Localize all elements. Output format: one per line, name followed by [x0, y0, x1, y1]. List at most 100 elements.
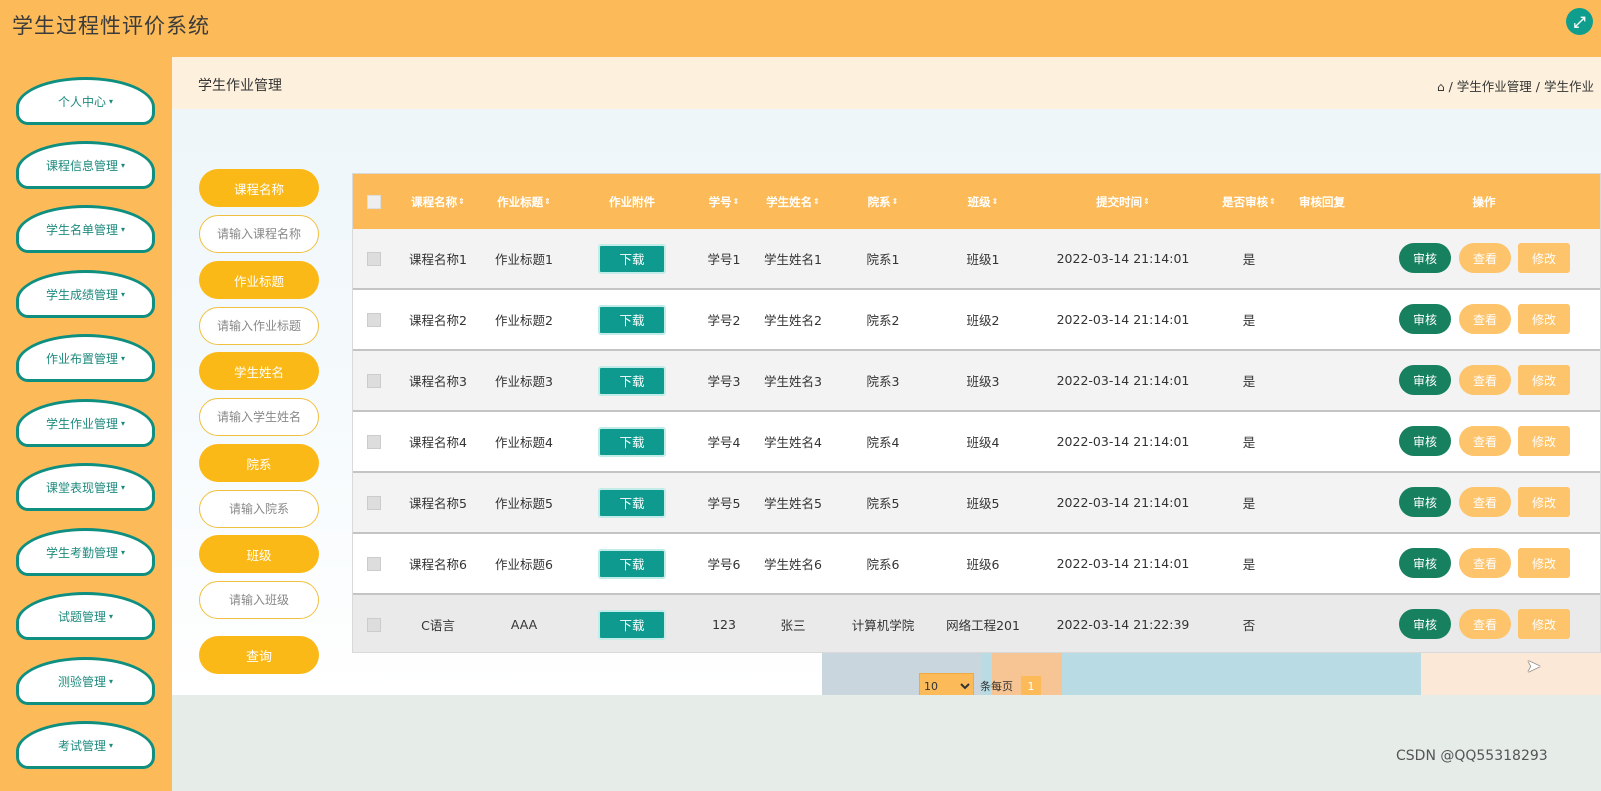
caret-down-icon: ▾: [121, 418, 126, 428]
sidebar-item-exams[interactable]: 考试管理 ▾: [16, 721, 155, 769]
edit-button[interactable]: 修改: [1518, 365, 1570, 395]
audit-button[interactable]: 审核: [1399, 243, 1451, 273]
page-number-button[interactable]: 1: [1021, 676, 1041, 695]
breadcrumb: ⌂ / 学生作业管理 / 学生作业: [1437, 76, 1594, 95]
cell-reviewed: 是: [1242, 252, 1256, 267]
view-button[interactable]: 查看: [1459, 548, 1511, 578]
sort-icon[interactable]: ⇕: [1269, 197, 1276, 206]
view-button[interactable]: 查看: [1459, 426, 1511, 456]
audit-button[interactable]: 审核: [1399, 548, 1451, 578]
page-size-select[interactable]: 10: [919, 673, 974, 695]
column-header-reviewed[interactable]: 是否审核 ⇕: [1211, 174, 1287, 229]
column-header-student-no[interactable]: 学号 ⇕: [697, 174, 751, 229]
column-header-submit-time[interactable]: 提交时间 ⇕: [1035, 174, 1211, 229]
sidebar-item-personal-center[interactable]: 个人中心 ▾: [16, 77, 155, 125]
column-header-class[interactable]: 班级 ⇕: [931, 174, 1035, 229]
row-checkbox[interactable]: [367, 556, 381, 571]
caret-down-icon: ▾: [121, 160, 126, 170]
sort-icon[interactable]: ⇕: [992, 197, 999, 206]
sidebar-item-course-info[interactable]: 课程信息管理 ▾: [16, 141, 155, 189]
sort-icon[interactable]: ⇕: [813, 197, 820, 206]
audit-button[interactable]: 审核: [1399, 426, 1451, 456]
audit-button[interactable]: 审核: [1399, 487, 1451, 517]
row-checkbox[interactable]: [367, 434, 381, 449]
sort-icon[interactable]: ⇕: [458, 197, 465, 206]
expand-icon[interactable]: ⤢: [1566, 8, 1593, 35]
view-button[interactable]: 查看: [1459, 243, 1511, 273]
breadcrumb-path[interactable]: / 学生作业管理 / 学生作业: [1449, 79, 1594, 94]
select-all-checkbox[interactable]: [367, 194, 381, 209]
cell-submit-time: 2022-03-14 21:14:01: [1056, 495, 1190, 510]
view-button[interactable]: 查看: [1459, 365, 1511, 395]
edit-button[interactable]: 修改: [1518, 426, 1570, 456]
cell-student-no: 学号3: [707, 374, 741, 389]
sidebar-item-label: 作业布置管理: [45, 351, 118, 366]
audit-button[interactable]: 审核: [1399, 304, 1451, 334]
caret-down-icon: ▾: [121, 289, 126, 299]
download-button[interactable]: 下载: [598, 487, 666, 518]
cell-title: 作业标题5: [495, 496, 553, 511]
caret-down-icon: ▾: [109, 611, 114, 621]
edit-button[interactable]: 修改: [1518, 548, 1570, 578]
view-button[interactable]: 查看: [1459, 609, 1511, 639]
cell-dept: 计算机学院: [851, 618, 915, 633]
edit-button[interactable]: 修改: [1518, 609, 1570, 639]
row-checkbox[interactable]: [367, 312, 381, 327]
course-name-input[interactable]: [199, 215, 319, 253]
download-button[interactable]: 下载: [598, 426, 666, 457]
sidebar-item-label: 个人中心: [57, 94, 106, 109]
sidebar-item-questions[interactable]: 试题管理 ▾: [16, 592, 155, 640]
sidebar-item-class-performance[interactable]: 课堂表现管理 ▾: [16, 463, 155, 511]
audit-button[interactable]: 审核: [1399, 609, 1451, 639]
cell-title: 作业标题6: [495, 557, 553, 572]
table-header: 课程名称 ⇕ 作业标题 ⇕ 作业附件 学号 ⇕ 学生姓名 ⇕ 院系 ⇕ 班级 ⇕ 提交时间 ⇕…: [353, 174, 1600, 229]
cell-submit-time: 2022-03-14 21:22:39: [1056, 617, 1190, 632]
caret-down-icon: ▾: [109, 676, 114, 686]
view-button[interactable]: 查看: [1459, 304, 1511, 334]
sidebar-item-attendance[interactable]: 学生考勤管理 ▾: [16, 528, 155, 576]
cell-reviewed: 否: [1242, 618, 1256, 633]
cell-dept: 院系2: [866, 313, 900, 328]
sidebar-item-homework-assign[interactable]: 作业布置管理 ▾: [16, 334, 155, 382]
cell-student-no: 学号5: [707, 496, 741, 511]
cell-class: 班级5: [966, 496, 1000, 511]
edit-button[interactable]: 修改: [1518, 304, 1570, 334]
sidebar-item-student-list[interactable]: 学生名单管理 ▾: [16, 205, 155, 253]
student-name-input[interactable]: [199, 398, 319, 436]
table-row: 课程名称3 作业标题3 下载 学号3 学生姓名3 院系3 班级3 2022-03…: [353, 351, 1600, 412]
column-header-student-name[interactable]: 学生姓名 ⇕: [751, 174, 835, 229]
sidebar-item-student-grades[interactable]: 学生成绩管理 ▾: [16, 270, 155, 318]
sidebar-item-student-homework[interactable]: 学生作业管理 ▾: [16, 399, 155, 447]
row-checkbox[interactable]: [367, 495, 381, 510]
column-header-actions: 操作: [1472, 194, 1496, 209]
download-button[interactable]: 下载: [598, 365, 666, 396]
sort-icon[interactable]: ⇕: [892, 197, 899, 206]
audit-button[interactable]: 审核: [1399, 365, 1451, 395]
class-input[interactable]: [199, 581, 319, 619]
homework-title-input[interactable]: [199, 307, 319, 345]
edit-button[interactable]: 修改: [1518, 487, 1570, 517]
row-checkbox[interactable]: [367, 617, 381, 632]
download-button[interactable]: 下载: [598, 243, 666, 274]
home-icon[interactable]: ⌂: [1437, 80, 1445, 94]
sort-icon[interactable]: ⇕: [1143, 197, 1150, 206]
dept-input[interactable]: [199, 490, 319, 528]
sort-icon[interactable]: ⇕: [544, 197, 551, 206]
column-header-course[interactable]: 课程名称 ⇕: [395, 174, 481, 229]
cell-dept: 院系3: [866, 374, 900, 389]
sort-icon[interactable]: ⇕: [733, 197, 740, 206]
column-header-dept[interactable]: 院系 ⇕: [835, 174, 931, 229]
row-checkbox[interactable]: [367, 251, 381, 266]
column-header-title[interactable]: 作业标题 ⇕: [481, 174, 567, 229]
sidebar-item-quizzes[interactable]: 测验管理 ▾: [16, 657, 155, 705]
view-button[interactable]: 查看: [1459, 487, 1511, 517]
download-button[interactable]: 下载: [598, 304, 666, 335]
download-button[interactable]: 下载: [598, 548, 666, 579]
download-button[interactable]: 下载: [598, 609, 666, 640]
query-button[interactable]: 查询: [199, 636, 319, 674]
cell-submit-time: 2022-03-14 21:14:01: [1056, 312, 1190, 327]
sidebar-item-label: 学生作业管理: [45, 416, 118, 431]
edit-button[interactable]: 修改: [1518, 243, 1570, 273]
page-title: 学生作业管理: [198, 78, 282, 94]
row-checkbox[interactable]: [367, 373, 381, 388]
